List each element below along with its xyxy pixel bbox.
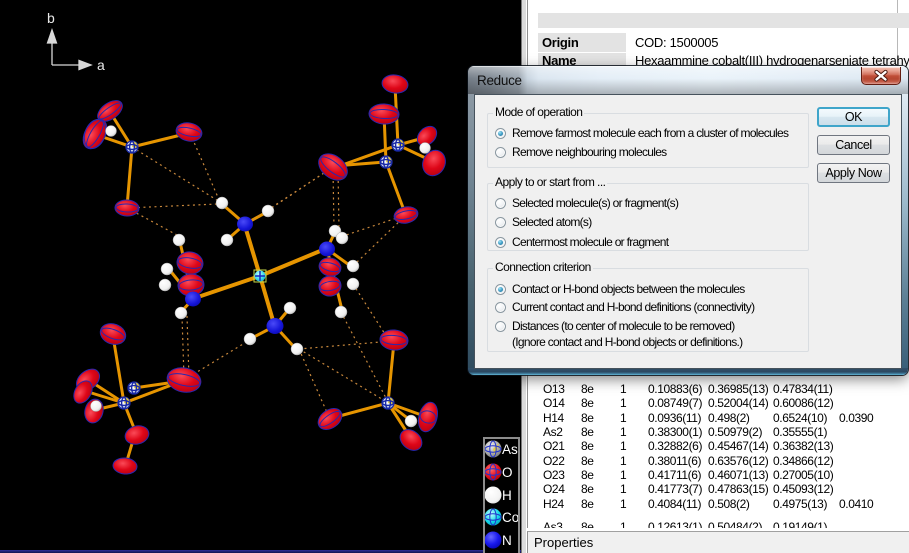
svg-text:As: As (502, 442, 518, 457)
svg-text:b: b (47, 10, 55, 26)
svg-text:N: N (502, 533, 512, 548)
svg-text:O: O (502, 465, 513, 480)
svg-text:Co: Co (502, 510, 518, 525)
svg-text:a: a (97, 57, 105, 73)
svg-text:H: H (502, 488, 512, 503)
